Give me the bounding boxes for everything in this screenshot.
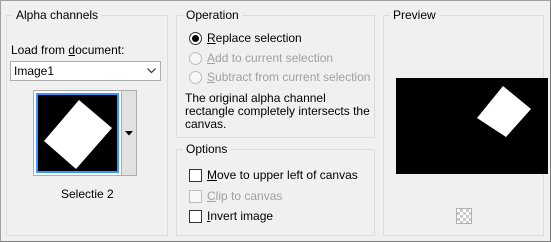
checkbox-invert-image[interactable]: Invert image [189,208,273,224]
options-title: Options [183,142,231,156]
radio-add-label: Add to current selection [207,51,334,65]
document-select-value: Image1 [14,64,55,78]
selection-name: Selectie 2 [61,187,114,201]
radio-subtract-from-selection[interactable]: Subtract from current selection [189,69,370,85]
selection-thumbnail[interactable] [36,93,119,173]
checkbox-invert-label: Invert image [207,209,274,223]
radio-add-to-selection[interactable]: Add to current selection [189,50,333,66]
radio-replace-selection[interactable]: Replace selection [189,30,302,46]
preview-title: Preview [390,8,439,22]
checkbox[interactable] [189,189,202,203]
checkbox-clip-to-canvas[interactable]: Clip to canvas [189,188,282,204]
checkbox-move-label: Move to upper left of canvas [207,168,358,182]
preview-canvas [396,78,548,174]
chevron-down-icon[interactable] [143,62,160,80]
radio-button[interactable] [189,51,202,65]
checkerboard-icon[interactable] [456,208,472,224]
load-from-document-label: Load from document: [11,43,125,57]
alpha-channels-title: Alpha channels [13,8,102,22]
document-select[interactable]: Image1 [10,61,161,81]
operation-description: The original alpha channel rectangle com… [185,91,370,131]
operation-title: Operation [183,8,242,22]
selection-shape-icon [44,100,112,169]
preview-shape-icon [477,86,531,137]
radio-button[interactable] [189,31,202,45]
checkbox-clip-label: Clip to canvas [207,189,283,203]
caret-down-icon [125,130,133,135]
checkbox-move-upper-left[interactable]: Move to upper left of canvas [189,167,358,183]
radio-subtract-label: Subtract from current selection [207,70,371,84]
radio-button[interactable] [189,70,202,84]
thumbnail-dropdown-button[interactable] [121,90,137,176]
radio-replace-label: Replace selection [207,31,302,45]
checkbox[interactable] [189,209,202,223]
selection-thumbnail-picker[interactable] [33,90,137,176]
checkbox[interactable] [189,168,202,182]
